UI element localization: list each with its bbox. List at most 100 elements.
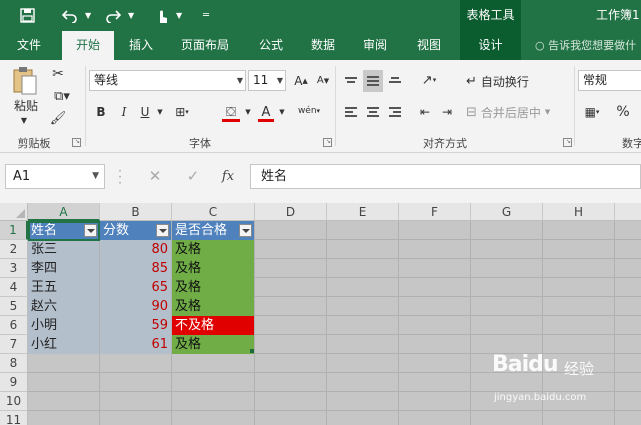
- customize-qat-icon[interactable]: ═: [198, 0, 214, 31]
- number-format-combo[interactable]: 常规: [578, 70, 641, 91]
- formula-input[interactable]: 姓名: [250, 164, 641, 189]
- bold-button[interactable]: B: [92, 101, 110, 123]
- column-header-c[interactable]: C: [172, 203, 255, 221]
- accounting-format-icon[interactable]: ▦ ▾: [580, 101, 604, 123]
- score-cell[interactable]: 59: [100, 316, 171, 335]
- row-header-8[interactable]: 8: [0, 354, 28, 373]
- tab-view[interactable]: 视图: [406, 31, 452, 60]
- row-header-1[interactable]: 1: [0, 221, 28, 240]
- row-header-6[interactable]: 6: [0, 316, 28, 335]
- row-header-2[interactable]: 2: [0, 240, 28, 259]
- cancel-icon[interactable]: ✕: [143, 164, 167, 189]
- result-cell[interactable]: 及格: [172, 259, 254, 278]
- row-header-10[interactable]: 10: [0, 392, 28, 411]
- merge-center-button[interactable]: ⊟ 合并后居中 ▼: [466, 101, 570, 123]
- name-cell[interactable]: 张三: [28, 240, 99, 259]
- column-header-g[interactable]: G: [471, 203, 543, 221]
- filter-dropdown-icon[interactable]: [156, 224, 169, 237]
- italic-button[interactable]: I: [115, 101, 133, 123]
- row-header-3[interactable]: 3: [0, 259, 28, 278]
- align-left-icon[interactable]: [342, 101, 360, 123]
- column-header-f[interactable]: F: [399, 203, 471, 221]
- result-cell[interactable]: 及格: [172, 240, 254, 259]
- save-icon[interactable]: [14, 0, 40, 31]
- paste-dropdown-icon[interactable]: ▼: [14, 114, 34, 126]
- result-cell[interactable]: 及格: [172, 278, 254, 297]
- score-cell[interactable]: 65: [100, 278, 171, 297]
- redo-icon[interactable]: [101, 0, 125, 31]
- tab-review[interactable]: 审阅: [352, 31, 398, 60]
- font-color-dropdown-icon[interactable]: ▼: [277, 101, 287, 123]
- tell-me-box[interactable]: ○ 告诉我您想要做什: [535, 31, 636, 60]
- merge-dropdown-icon[interactable]: ▼: [545, 108, 550, 116]
- row-header-4[interactable]: 4: [0, 278, 28, 297]
- format-painter-icon[interactable]: 🖌: [48, 108, 68, 128]
- touch-dropdown-icon[interactable]: ▼: [176, 0, 182, 31]
- score-cell[interactable]: 85: [100, 259, 171, 278]
- undo-icon[interactable]: [58, 0, 82, 31]
- result-cell[interactable]: 及格: [172, 335, 254, 354]
- fill-color-icon[interactable]: ⛋: [220, 101, 242, 123]
- borders-icon[interactable]: ⊞ ▾: [168, 101, 196, 123]
- font-size-combo[interactable]: 11 ▼: [248, 70, 286, 91]
- tab-design[interactable]: 设计: [460, 31, 521, 60]
- increase-indent-icon[interactable]: ⇥: [438, 101, 456, 123]
- result-cell[interactable]: 不及格: [172, 316, 254, 335]
- filter-dropdown-icon[interactable]: [239, 224, 252, 237]
- score-cell[interactable]: 90: [100, 297, 171, 316]
- row-header-9[interactable]: 9: [0, 373, 28, 392]
- font-dropdown-icon[interactable]: ▼: [237, 71, 243, 90]
- tab-data[interactable]: 数据: [300, 31, 346, 60]
- select-all-button[interactable]: [0, 203, 28, 221]
- align-middle-icon[interactable]: [363, 70, 383, 92]
- enter-icon[interactable]: ✓: [181, 164, 205, 189]
- formula-bar-grip-icon[interactable]: · · ·: [117, 165, 123, 189]
- name-cell[interactable]: 王五: [28, 278, 99, 297]
- phonetic-guide-icon[interactable]: wén ▾: [296, 98, 322, 124]
- cut-icon[interactable]: ✂: [48, 64, 68, 84]
- column-header-b[interactable]: B: [100, 203, 172, 221]
- copy-icon[interactable]: ⧉▾: [48, 86, 76, 106]
- tab-insert[interactable]: 插入: [118, 31, 164, 60]
- tab-formulas[interactable]: 公式: [248, 31, 294, 60]
- column-header-e[interactable]: E: [327, 203, 399, 221]
- decrease-indent-icon[interactable]: ⇤: [416, 101, 434, 123]
- percent-style-button[interactable]: %: [614, 101, 632, 123]
- result-cell[interactable]: 及格: [172, 297, 254, 316]
- orientation-icon[interactable]: ↗ ▾: [416, 70, 442, 90]
- row-header-5[interactable]: 5: [0, 297, 28, 316]
- fill-dropdown-icon[interactable]: ▼: [243, 101, 253, 123]
- decrease-font-icon[interactable]: A ▼: [314, 70, 332, 91]
- row-header-11[interactable]: 11: [0, 411, 28, 425]
- undo-dropdown-icon[interactable]: ▼: [85, 0, 91, 31]
- name-box[interactable]: A1 ▼: [5, 164, 105, 189]
- align-bottom-icon[interactable]: [386, 70, 404, 90]
- align-top-icon[interactable]: [342, 70, 360, 90]
- name-cell[interactable]: 李四: [28, 259, 99, 278]
- paste-icon[interactable]: [10, 66, 40, 96]
- column-header-partial[interactable]: [615, 203, 641, 221]
- column-header-d[interactable]: D: [255, 203, 327, 221]
- underline-button[interactable]: U: [136, 101, 154, 123]
- font-color-icon[interactable]: A: [256, 101, 276, 123]
- increase-font-icon[interactable]: A ▲: [292, 70, 310, 91]
- clipboard-launcher-icon[interactable]: ↘: [72, 138, 81, 147]
- column-header-a[interactable]: A: [28, 203, 100, 221]
- wrap-text-button[interactable]: ↵ 自动换行: [466, 70, 556, 92]
- touch-mode-icon[interactable]: [150, 0, 174, 31]
- score-cell[interactable]: 80: [100, 240, 171, 259]
- font-name-combo[interactable]: 等线 ▼: [89, 70, 246, 91]
- font-launcher-icon[interactable]: ↘: [323, 138, 332, 147]
- tab-home[interactable]: 开始: [62, 31, 114, 60]
- underline-dropdown-icon[interactable]: ▼: [155, 101, 165, 123]
- name-cell[interactable]: 小明: [28, 316, 99, 335]
- row-header-7[interactable]: 7: [0, 335, 28, 354]
- paste-button[interactable]: 粘贴: [8, 96, 44, 114]
- score-cell[interactable]: 61: [100, 335, 171, 354]
- align-center-icon[interactable]: [364, 101, 382, 123]
- tab-page-layout[interactable]: 页面布局: [170, 31, 240, 60]
- insert-function-icon[interactable]: fx: [216, 164, 240, 189]
- name-box-dropdown-icon[interactable]: ▼: [92, 165, 99, 188]
- name-cell[interactable]: 小红: [28, 335, 99, 354]
- align-right-icon[interactable]: [386, 101, 404, 123]
